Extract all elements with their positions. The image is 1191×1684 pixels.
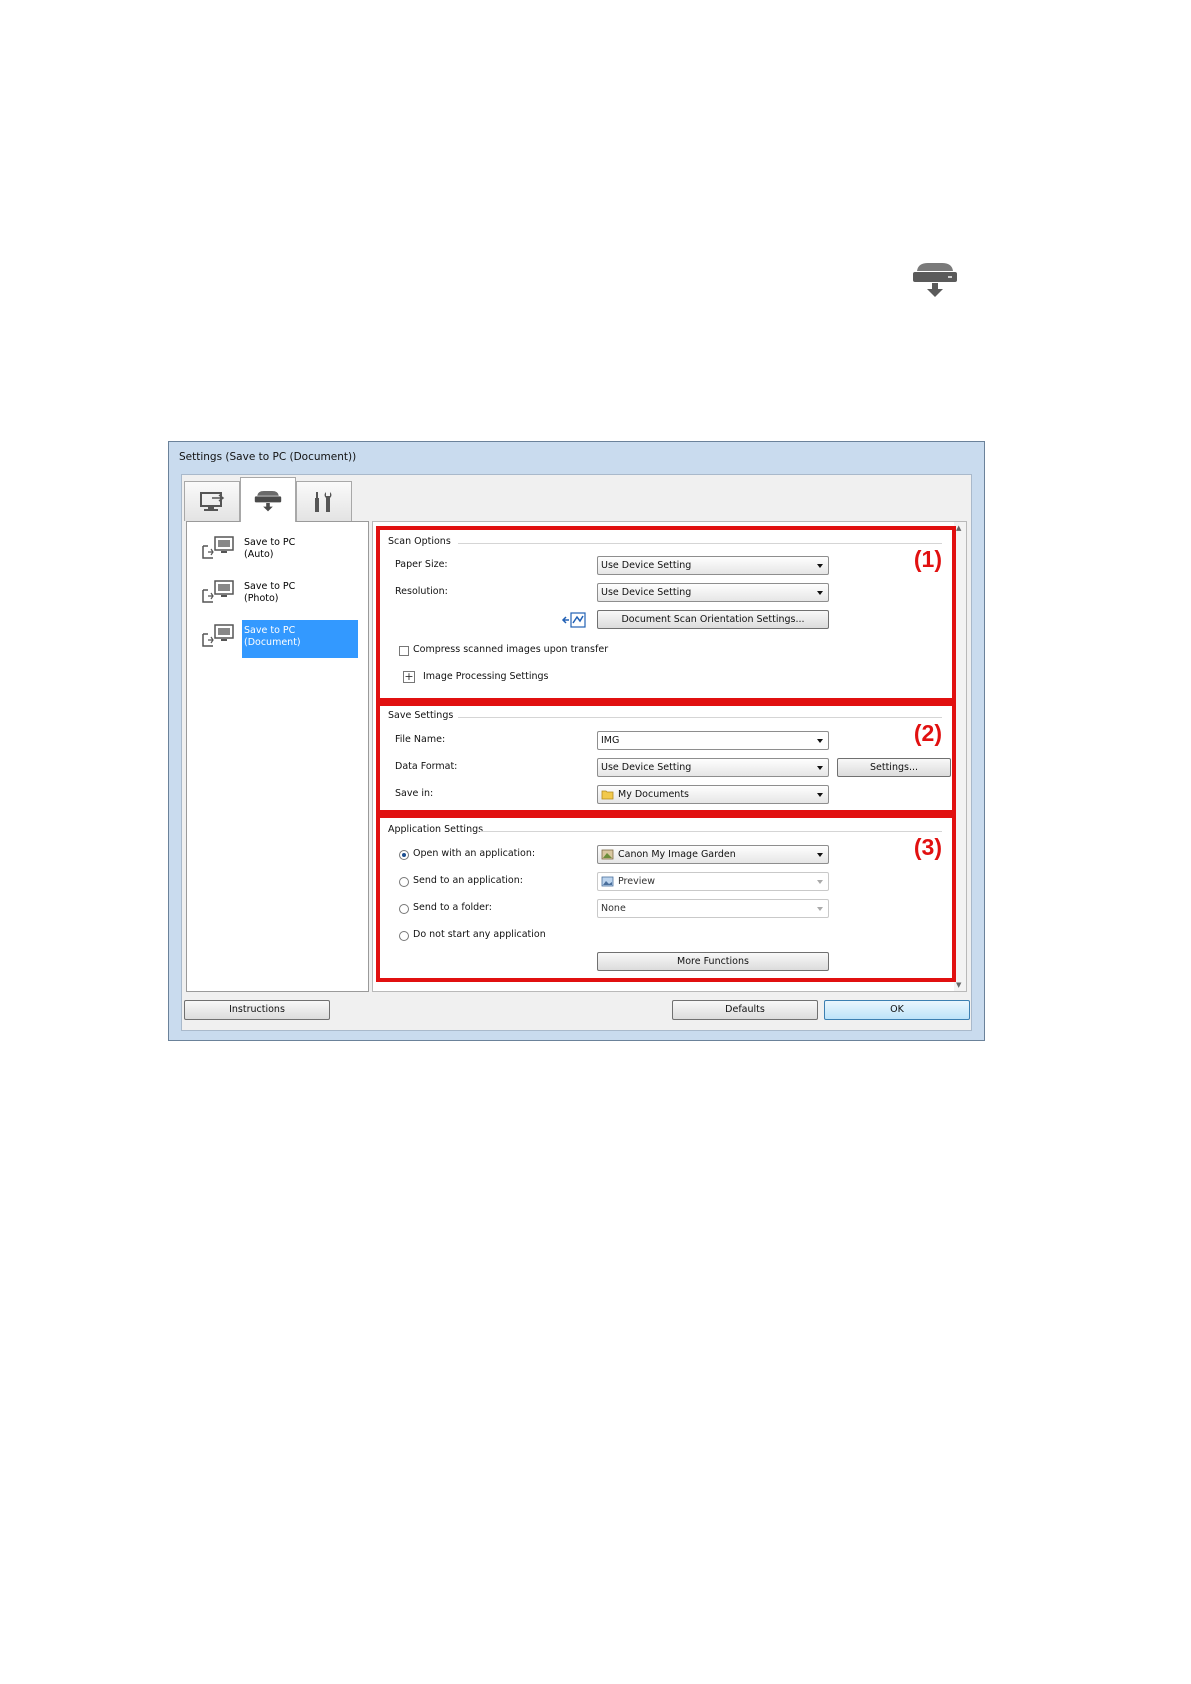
preview-icon	[601, 876, 614, 887]
section-number-2: (2)	[913, 720, 942, 746]
data-format-settings-button[interactable]: Settings...	[837, 758, 951, 777]
file-name-label: File Name:	[395, 734, 446, 745]
resolution-value: Use Device Setting	[601, 587, 692, 598]
chevron-down-icon	[817, 591, 823, 595]
sidebar-item-save-to-pc-photo[interactable]: Save to PC (Photo)	[187, 572, 368, 614]
chevron-down-icon	[817, 564, 823, 568]
sidebar-item-save-to-pc-auto[interactable]: Save to PC (Auto)	[187, 528, 368, 570]
paper-size-label: Paper Size:	[395, 559, 448, 570]
scan-options-section: Scan Options (1) Paper Size: Use Device …	[376, 526, 956, 702]
send-to-application-value: Preview	[618, 876, 655, 887]
scroll-up-icon[interactable]: ▲	[956, 524, 961, 532]
document-orientation-icon	[561, 612, 586, 628]
chevron-down-icon	[817, 793, 823, 797]
open-with-application-label: Open with an application:	[413, 848, 536, 859]
sidebar-item-save-to-pc-document[interactable]: Save to PC (Document)	[187, 616, 368, 658]
ok-button[interactable]: OK	[824, 1000, 970, 1020]
tab-general-settings[interactable]	[296, 481, 352, 521]
expand-icon[interactable]: +	[403, 671, 415, 683]
folder-icon	[601, 790, 614, 800]
image-garden-icon	[601, 849, 614, 860]
file-name-input[interactable]: IMG	[597, 731, 829, 750]
save-in-label: Save in:	[395, 788, 434, 799]
chevron-down-icon	[817, 907, 823, 911]
data-format-value: Use Device Setting	[601, 762, 692, 773]
dialog-content: Save to PC (Auto) Save to PC (Photo) Sav…	[181, 474, 972, 1031]
image-processing-settings-label[interactable]: Image Processing Settings	[423, 671, 549, 682]
send-to-application-select[interactable]: Preview	[597, 872, 829, 891]
send-to-folder-value: None	[601, 903, 626, 914]
send-to-folder-label: Send to a folder:	[413, 902, 492, 913]
send-to-application-label: Send to an application:	[413, 875, 523, 886]
sidebar-item-label: Save to PC (Auto)	[244, 537, 296, 560]
paper-size-select[interactable]: Use Device Setting	[597, 556, 829, 575]
save-to-pc-icon	[202, 580, 234, 603]
resolution-label: Resolution:	[395, 586, 448, 597]
sidebar-item-label: Save to PC (Document)	[242, 620, 358, 658]
save-to-pc-icon	[202, 536, 234, 559]
chevron-down-icon	[817, 766, 823, 770]
save-in-value: My Documents	[618, 789, 690, 800]
send-to-folder-select[interactable]: None	[597, 899, 829, 918]
compress-checkbox[interactable]	[399, 646, 409, 656]
open-with-application-value: Canon My Image Garden	[618, 849, 736, 860]
more-functions-button[interactable]: More Functions	[597, 952, 829, 971]
scanner-icon	[254, 491, 282, 512]
do-not-start-application-label: Do not start any application	[413, 929, 546, 940]
application-settings-section: Application Settings (3) Open with an ap…	[376, 814, 956, 982]
tab-scan-from-computer[interactable]	[184, 481, 240, 521]
open-with-application-select[interactable]: Canon My Image Garden	[597, 845, 829, 864]
divider	[458, 543, 942, 544]
send-to-folder-radio[interactable]	[399, 904, 409, 914]
data-format-label: Data Format:	[395, 761, 458, 772]
defaults-button[interactable]: Defaults	[672, 1000, 818, 1020]
dialog-title: Settings (Save to PC (Document))	[179, 451, 357, 463]
scanner-icon	[913, 263, 957, 297]
save-settings-section: Save Settings (2) File Name: IMG Data Fo…	[376, 702, 956, 814]
do-not-start-application-radio[interactable]	[399, 931, 409, 941]
scan-options-title: Scan Options	[388, 536, 451, 547]
computer-icon	[200, 491, 225, 511]
resolution-select[interactable]: Use Device Setting	[597, 583, 829, 602]
tools-icon	[315, 491, 332, 512]
scroll-down-icon[interactable]: ▼	[956, 981, 961, 989]
save-in-select[interactable]: My Documents	[597, 785, 829, 804]
divider	[458, 717, 942, 718]
instructions-button[interactable]: Instructions	[184, 1000, 330, 1020]
save-to-pc-icon	[202, 624, 234, 647]
chevron-down-icon	[817, 880, 823, 884]
sidebar-item-label: Save to PC (Photo)	[244, 581, 296, 604]
file-name-value: IMG	[601, 735, 620, 746]
section-number-1: (1)	[913, 546, 942, 572]
paper-size-value: Use Device Setting	[601, 560, 692, 571]
open-with-application-radio[interactable]	[399, 850, 409, 860]
tab-scan-from-operation-panel[interactable]	[240, 477, 296, 522]
divider	[480, 831, 942, 832]
send-to-application-radio[interactable]	[399, 877, 409, 887]
save-settings-title: Save Settings	[388, 710, 454, 721]
chevron-down-icon	[817, 739, 823, 743]
data-format-select[interactable]: Use Device Setting	[597, 758, 829, 777]
scan-mode-list: Save to PC (Auto) Save to PC (Photo) Sav…	[186, 521, 369, 992]
application-settings-title: Application Settings	[388, 824, 484, 835]
compress-label: Compress scanned images upon transfer	[413, 644, 609, 655]
settings-dialog: Settings (Save to PC (Document)) Save to…	[168, 441, 985, 1041]
document-scan-orientation-button[interactable]: Document Scan Orientation Settings...	[597, 610, 829, 629]
settings-panel: ▲ ▼ Scan Options (1) Paper Size: Use Dev…	[372, 521, 967, 992]
chevron-down-icon	[817, 853, 823, 857]
section-number-3: (3)	[913, 834, 942, 860]
